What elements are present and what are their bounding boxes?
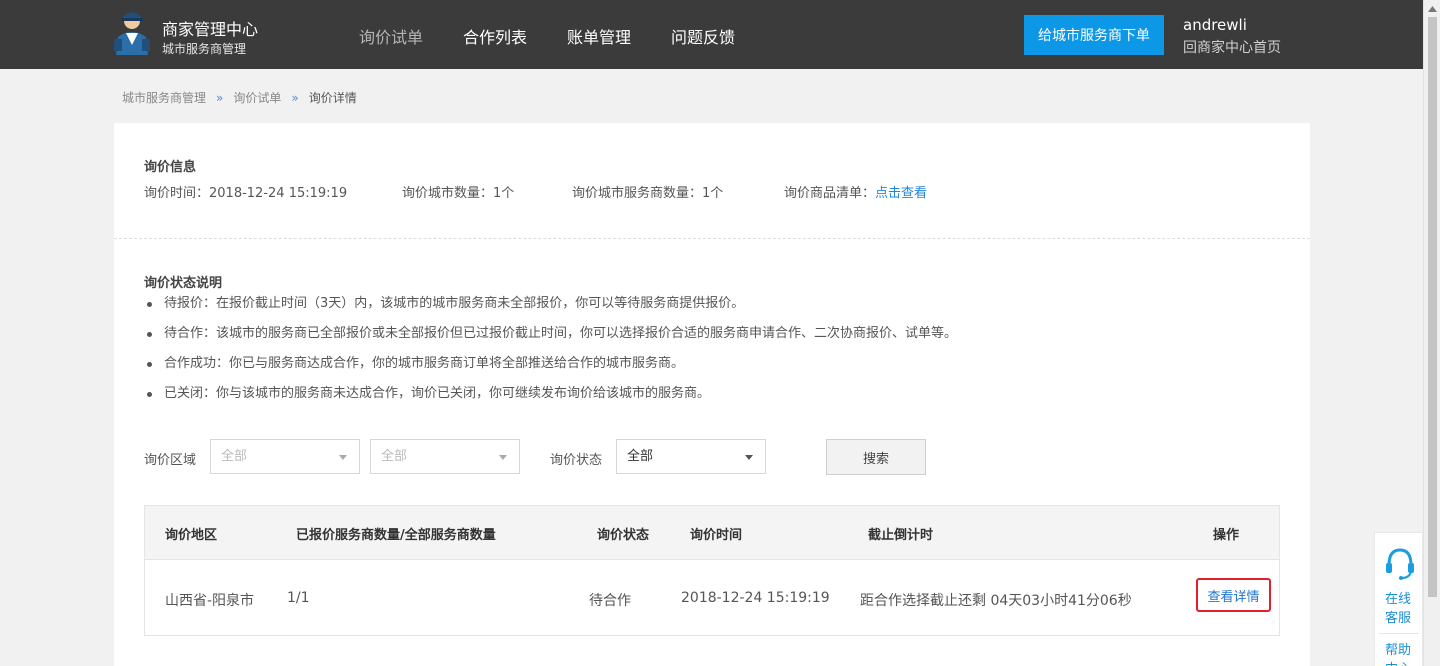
- breadcrumb-separator: »: [291, 90, 299, 105]
- col-action: 操作: [1213, 528, 1240, 543]
- province-select[interactable]: 全部: [210, 439, 360, 474]
- top-header: 商家管理中心 城市服务商管理 询价试单 合作列表 账单管理 问题反馈 给城市服务…: [0, 0, 1423, 69]
- status-desc-item: 已关闭：你与该城市的服务商未达成合作，询价已关闭，你可继续发布询价给该城市的服务…: [144, 385, 957, 415]
- home-link[interactable]: 回商家中心首页: [1183, 37, 1281, 57]
- inquiry-time-value: 2018-12-24 15:19:19: [209, 186, 348, 201]
- col-status: 询价状态: [597, 528, 650, 543]
- breadcrumb-inquiry[interactable]: 询价试单: [233, 89, 281, 106]
- view-goods-link[interactable]: 点击查看: [875, 186, 927, 201]
- city-select[interactable]: 全部: [370, 439, 520, 474]
- table-header: 询价地区 已报价服务商数量/全部服务商数量 询价状态 询价时间 截止倒计时 操作: [145, 506, 1279, 560]
- worker-logo-icon[interactable]: [110, 9, 154, 55]
- status-filter-label: 询价状态: [550, 453, 603, 468]
- online-service-link[interactable]: 在线 客服: [1385, 590, 1411, 628]
- row-region: 山西省-阳泉市: [165, 593, 255, 609]
- help-line-2: 中心: [1385, 660, 1411, 666]
- floating-service-widget: 在线 客服 帮助 中心: [1374, 532, 1423, 666]
- breadcrumb-provider-mgmt[interactable]: 城市服务商管理: [122, 89, 206, 106]
- row-time: 2018-12-24 15:19:19: [681, 590, 830, 606]
- page-scrollbar[interactable]: [1423, 0, 1440, 666]
- inquiry-info-title: 询价信息: [144, 160, 197, 175]
- inquiry-table: 询价地区 已报价服务商数量/全部服务商数量 询价状态 询价时间 截止倒计时 操作…: [144, 505, 1280, 636]
- brand-subtitle: 城市服务商管理: [162, 42, 247, 56]
- main-nav: 询价试单 合作列表 账单管理 问题反馈: [359, 24, 775, 48]
- status-desc-item: 合作成功：你已与服务商达成合作，你的城市服务商订单将全部推送给合作的城市服务商。: [144, 355, 957, 385]
- col-countdown: 截止倒计时: [868, 528, 934, 543]
- region-filter-label: 询价区域: [144, 453, 197, 468]
- nav-inquiry[interactable]: 询价试单: [359, 24, 423, 48]
- chevron-down-icon: [745, 455, 753, 460]
- status-select[interactable]: 全部: [616, 439, 766, 474]
- status-desc-item: 待合作：该城市的服务商已全部报价或未全部报价但已过报价截止时间，你可以选择报价合…: [144, 325, 957, 355]
- scroll-up-arrow-icon[interactable]: [1424, 0, 1440, 17]
- status-desc-list: 待报价：在报价截止时间（3天）内，该城市的城市服务商未全部报价，你可以等待服务商…: [144, 295, 957, 415]
- inquiry-city-count: 询价城市数量：1个: [402, 186, 515, 201]
- status-select-value: 全部: [627, 449, 654, 464]
- section-divider: [114, 238, 1310, 239]
- inquiry-provider-count: 询价城市服务商数量：1个: [572, 186, 724, 201]
- nav-cooperation-list[interactable]: 合作列表: [463, 24, 527, 48]
- help-center-link[interactable]: 帮助 中心: [1385, 641, 1411, 666]
- status-desc-item: 待报价：在报价截止时间（3天）内，该城市的城市服务商未全部报价，你可以等待服务商…: [144, 295, 957, 325]
- user-name: andrewli: [1183, 16, 1247, 34]
- row-status: 待合作: [589, 593, 631, 609]
- inquiry-goods: 询价商品清单：点击查看: [784, 182, 927, 201]
- inquiry-time-label: 询价时间：: [144, 186, 210, 201]
- place-order-button[interactable]: 给城市服务商下单: [1024, 15, 1164, 55]
- col-quote-ratio: 已报价服务商数量/全部服务商数量: [296, 528, 496, 543]
- brand-title: 商家管理中心: [162, 20, 259, 39]
- inquiry-goods-label: 询价商品清单：: [784, 186, 876, 201]
- view-detail-button[interactable]: 查看详情: [1196, 578, 1271, 612]
- service-divider: [1379, 633, 1419, 634]
- inquiry-detail-card: 询价信息 询价时间：2018-12-24 15:19:19 询价城市数量：1个 …: [114, 123, 1310, 666]
- inquiry-time: 询价时间：2018-12-24 15:19:19: [144, 182, 347, 201]
- col-time: 询价时间: [690, 528, 743, 543]
- nav-feedback[interactable]: 问题反馈: [671, 24, 735, 48]
- search-button[interactable]: 搜索: [826, 439, 926, 475]
- row-quote-ratio: 1/1: [287, 590, 310, 606]
- help-line-1: 帮助: [1385, 643, 1412, 658]
- nav-billing[interactable]: 账单管理: [567, 24, 631, 48]
- row-countdown: 距合作选择截止还剩 04天03小时41分06秒: [860, 593, 1132, 609]
- province-select-value: 全部: [221, 449, 248, 464]
- status-desc-title: 询价状态说明: [144, 276, 223, 291]
- chevron-down-icon: [339, 455, 347, 460]
- col-region: 询价地区: [165, 528, 218, 543]
- service-line-2: 客服: [1385, 611, 1412, 626]
- breadcrumb-separator: »: [216, 90, 224, 105]
- breadcrumb: 城市服务商管理 » 询价试单 » 询价详情: [122, 89, 357, 106]
- chevron-down-icon: [499, 455, 507, 460]
- scroll-thumb[interactable]: [1428, 17, 1437, 597]
- headset-icon[interactable]: [1385, 547, 1415, 581]
- city-select-value: 全部: [381, 449, 408, 464]
- breadcrumb-current: 询价详情: [308, 91, 357, 105]
- service-line-1: 在线: [1385, 592, 1412, 607]
